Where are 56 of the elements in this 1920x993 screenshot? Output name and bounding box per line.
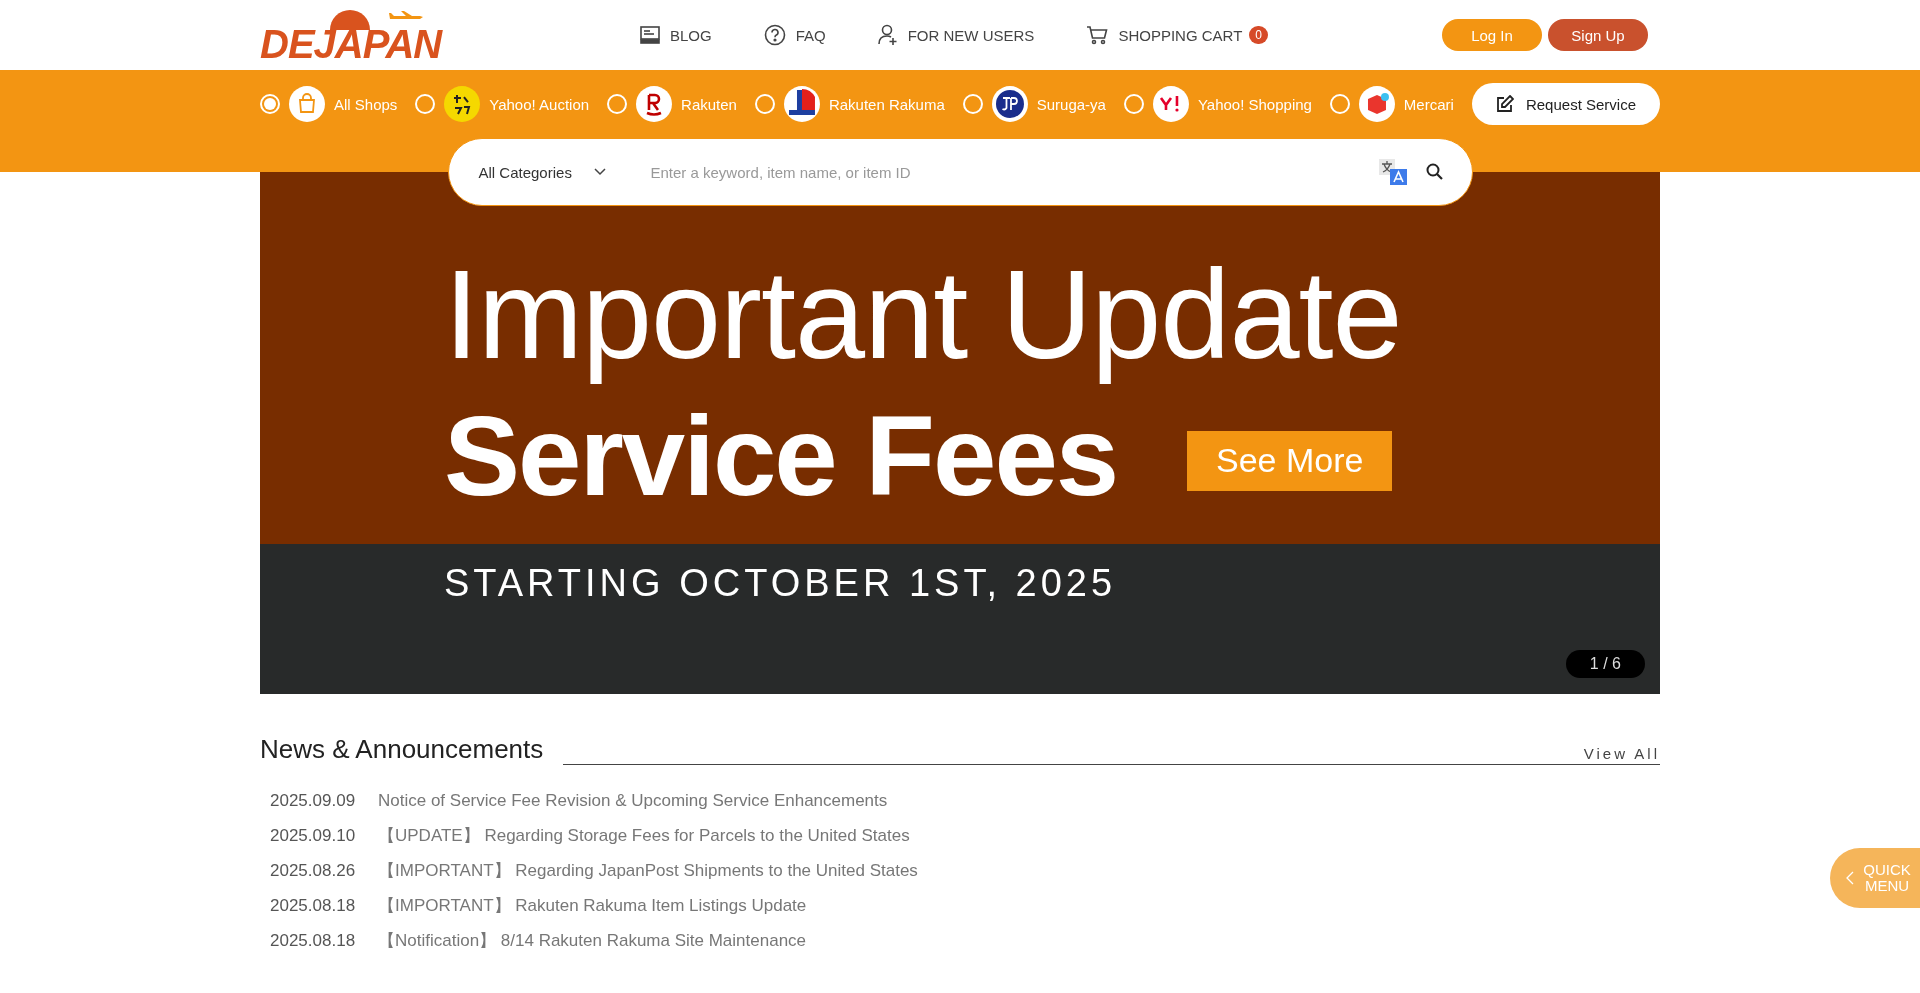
monitor-icon [640,26,660,44]
news-link[interactable]: Notice of Service Fee Revision & Upcoming Service Enhancements [378,790,888,811]
section-title: News & Announcements [260,734,544,765]
shop-logo-icon [783,86,820,122]
shop-option[interactable]: Suruga-ya [1036,95,1106,113]
login-button[interactable]: Log In [1442,19,1542,51]
news-date: 2025.09.09 [270,790,356,811]
signup-button[interactable]: Sign Up [1548,19,1648,51]
slide-counter: 1 / 6 [1565,650,1645,678]
help-icon [763,24,786,46]
search-icon[interactable] [1425,163,1444,181]
shop-logo-icon [1152,86,1189,122]
radio-button[interactable] [962,94,983,114]
radio-button[interactable] [415,94,436,114]
translate-icon[interactable] [1377,158,1408,186]
cart-count-badge: 0 [1249,26,1268,44]
nav-link[interactable]: BLOG [640,26,712,44]
radio-button[interactable] [260,94,280,114]
shop-option[interactable]: All Shops [333,95,398,113]
radio-button[interactable] [1123,94,1144,114]
cart-icon [1086,25,1109,45]
shop-logo-icon [1358,86,1395,122]
news-date: 2025.08.26 [270,860,356,881]
user-add-icon [877,24,898,46]
nav-link[interactable]: SHOPPING CART 0 [1086,25,1268,45]
banner-date: STARTING OCTOBER 1ST, 2025 [444,562,1117,604]
category-dropdown[interactable]: All Categories [478,163,639,181]
chevron-down-icon [593,168,606,176]
see-more-button[interactable]: See More [1187,430,1393,491]
news-date: 2025.08.18 [270,895,356,916]
shop-logo-icon [991,86,1028,122]
nav-link[interactable]: FAQ [763,24,826,46]
nav-link[interactable]: FOR NEW USERS [877,24,1035,46]
shop-logo-icon [289,86,325,122]
edit-icon [1495,95,1514,113]
news-link[interactable]: 【IMPORTANT】 Regarding JapanPost Shipments to the United States [378,859,918,882]
banner-title: Important Update [444,242,1402,387]
chevron-left-icon [1846,871,1854,885]
news-link[interactable]: 【IMPORTANT】 Rakuten Rakuma Item Listings Update [378,894,807,917]
radio-button[interactable] [1329,94,1350,114]
shop-logo-icon [636,86,673,122]
view-all-link[interactable]: View All [1583,745,1660,762]
news-link[interactable]: 【UPDATE】 Regarding Storage Fees for Parcels to the United States [378,824,910,847]
shop-option[interactable]: Yahoo! Auction [489,95,590,113]
news-date: 2025.08.18 [270,930,356,951]
request-service-button[interactable]: Request Service [1471,83,1660,125]
radio-button[interactable] [607,94,628,114]
shop-option[interactable]: Rakuten [681,95,737,113]
news-link[interactable]: 【Notification】 8/14 Rakuten Rakuma Site Maintenance [378,929,807,952]
shop-logo-icon [444,86,481,122]
radio-button[interactable] [754,94,775,114]
shop-option[interactable]: Yahoo! Shopping [1197,95,1312,113]
news-date: 2025.09.10 [270,825,356,846]
banner-subtitle: Service Fees [444,391,1118,522]
shop-option[interactable]: Mercari [1403,95,1454,113]
shop-option[interactable]: Rakuten Rakuma [828,95,945,113]
